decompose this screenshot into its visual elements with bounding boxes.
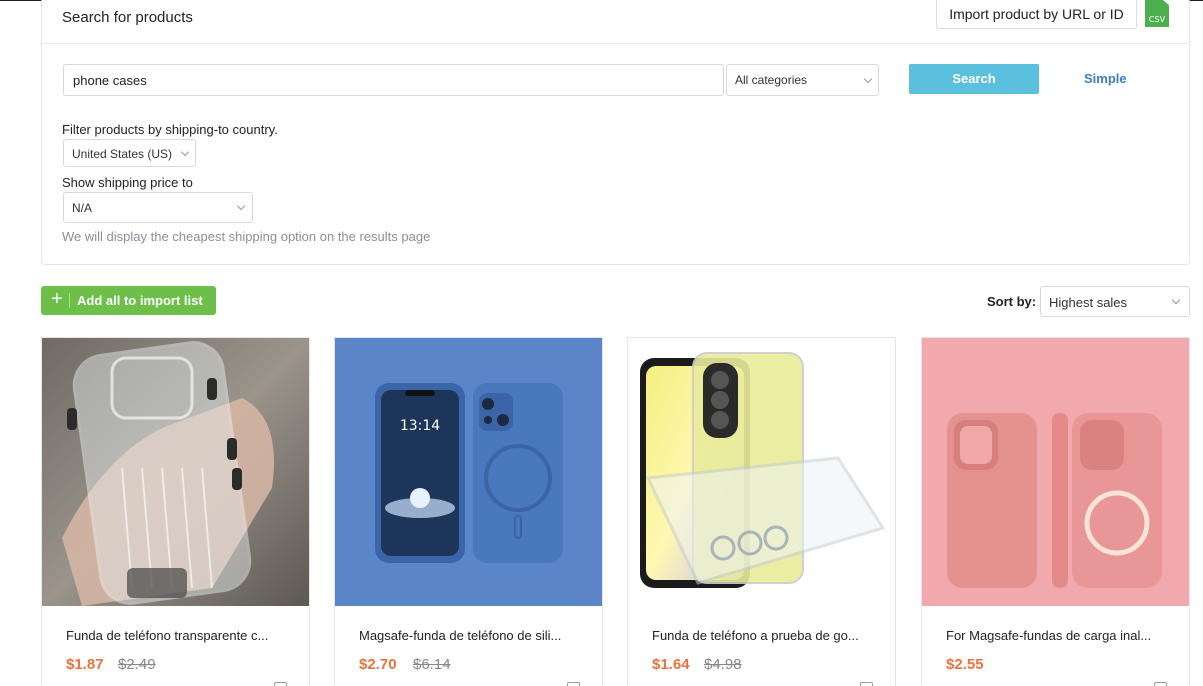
product-image[interactable] [628,338,895,606]
product-card[interactable]: 13:14 Magsafe-funda de teléfono de sili.… [334,337,603,686]
sort-label: Sort by: [987,294,1037,309]
import-by-url-button[interactable]: Import product by URL or ID [936,0,1137,29]
phone-screen-time: 13:14 [400,418,440,434]
product-image[interactable] [922,338,1189,606]
select-checkbox[interactable] [860,682,873,686]
search-input[interactable] [63,64,724,96]
product-card[interactable]: Funda de teléfono transparente c... $1.8… [41,337,310,686]
product-price: $1.87 [66,656,104,673]
product-image[interactable]: 13:14 [335,338,602,606]
product-title[interactable]: Magsafe-funda de teléfono de sili... [359,628,584,643]
add-all-to-import-button[interactable]: + Add all to import list [41,286,216,315]
chevron-down-icon [180,147,190,157]
product-card[interactable]: For Magsafe-fundas de carga inal... $2.5… [921,337,1190,686]
product-old-price: $2.49 [118,656,156,673]
button-divider [69,293,70,308]
csv-file-icon[interactable]: CSV [1145,0,1169,27]
search-panel: Search for products Import product by UR… [41,0,1190,265]
product-old-price: $6.14 [413,656,451,673]
chevron-down-icon [236,201,246,211]
product-title[interactable]: Funda de teléfono transparente c... [66,628,291,643]
product-image[interactable] [42,338,309,606]
select-checkbox[interactable] [274,682,287,686]
shipping-value: N/A [72,201,93,215]
product-title[interactable]: Funda de teléfono a prueba de go... [652,628,877,643]
shipping-price-label: Show shipping price to [62,175,193,190]
country-value: United States (US) [72,147,173,161]
product-price: $2.70 [359,656,397,673]
category-select[interactable]: All categories [726,64,879,96]
panel-title: Search for products [62,9,193,26]
sort-select[interactable]: Highest sales [1040,286,1190,317]
select-checkbox[interactable] [1154,682,1167,686]
add-all-label: Add all to import list [77,293,203,308]
country-select[interactable]: United States (US) [63,139,196,167]
search-panel-header: Search for products Import product by UR… [42,0,1189,44]
product-price: $2.55 [946,656,984,673]
chevron-down-icon [863,74,873,84]
shipping-hint: We will display the cheapest shipping op… [62,229,431,244]
sort-value: Highest sales [1049,295,1128,310]
product-old-price: $4.98 [704,656,742,673]
product-card[interactable]: Funda de teléfono a prueba de go... $1.6… [627,337,896,686]
simple-mode-link[interactable]: Simple [1084,71,1127,86]
plus-icon: + [51,288,63,310]
product-price: $1.64 [652,656,690,673]
search-button[interactable]: Search [909,64,1039,94]
filter-country-label: Filter products by shipping-to country. [62,122,278,137]
select-checkbox[interactable] [567,682,580,686]
category-value: All categories [735,73,808,87]
shipping-select[interactable]: N/A [63,192,253,223]
product-title[interactable]: For Magsafe-fundas de carga inal... [946,628,1171,643]
chevron-down-icon [1171,295,1181,305]
